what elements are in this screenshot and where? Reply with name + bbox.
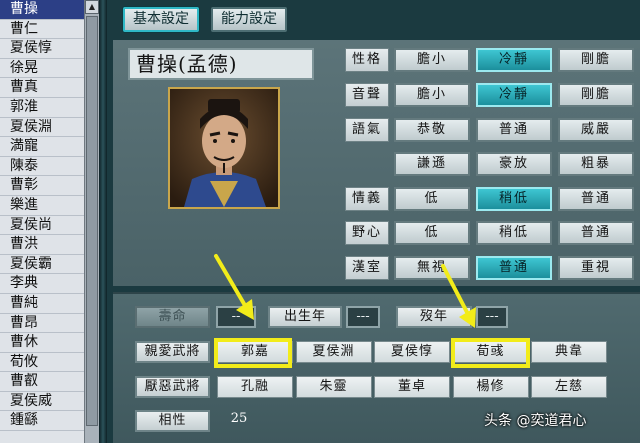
general-name-field[interactable]: 曹操(孟德) [128,48,314,80]
list-item[interactable]: 曹仁 [0,20,84,40]
list-item[interactable]: 郭淮 [0,98,84,118]
list-item[interactable]: 鍾繇 [0,411,84,432]
attribute-option-button[interactable]: 謙遜 [394,152,470,176]
general-name-chip[interactable]: 典韋 [531,341,607,363]
attribute-option-button[interactable]: 普通 [558,221,634,245]
attribute-label: 漢室 [345,256,389,280]
list-item[interactable]: 満寵 [0,137,84,157]
general-name-chip[interactable]: 董卓 [374,376,450,398]
attribute-option-button[interactable]: 粗暴 [558,152,634,176]
compatibility-button[interactable]: 相性 [135,410,210,432]
general-name-chip[interactable]: 楊修 [452,376,529,398]
attribute-option-button[interactable]: 稍低 [476,187,552,211]
attribute-option-button[interactable]: 冷靜 [476,83,552,107]
scroll-thumb[interactable] [86,16,98,426]
general-name-list: 曹操 曹仁 夏侯惇 徐晃 曹真 郭淮 夏侯淵 満寵 陳泰 曹彰 樂進 夏侯尚 曹洪 夏侯霸 李典 曹純 曹昂 曹休… [0,0,84,443]
attribute-option-button[interactable]: 普通 [476,256,552,280]
attribute-option-button[interactable]: 剛膽 [558,48,634,72]
list-item[interactable]: 曹彰 [0,176,84,196]
attribute-label: 音聲 [345,83,389,107]
list-item[interactable]: 夏侯淵 [0,118,84,138]
highlight-box-guojia [214,338,292,368]
list-item[interactable]: 夏侯霸 [0,255,84,275]
list-item[interactable]: 曹叡 [0,372,84,392]
attribute-option-button[interactable]: 恭敬 [394,118,470,142]
list-item[interactable]: 曹洪 [0,235,84,255]
tab-basic-settings[interactable]: 基本設定 [123,7,199,32]
general-name-chip[interactable]: 左慈 [531,376,607,398]
panel-divider [99,0,107,443]
list-scrollbar[interactable]: ▲ [84,0,99,443]
attribute-option-button[interactable]: 低 [394,187,470,211]
attribute-option-button[interactable]: 剛膽 [558,83,634,107]
list-item[interactable]: 樂進 [0,196,84,216]
general-name-chip[interactable]: 夏侯淵 [295,341,372,363]
attribute-option-button[interactable]: 稍低 [476,221,552,245]
list-item[interactable]: 陳泰 [0,157,84,177]
lifespan-button[interactable]: 壽命 [135,306,210,328]
attribute-label: 情義 [345,187,389,211]
list-item[interactable]: 夏侯惇 [0,39,84,59]
attribute-option-button[interactable]: 膽小 [394,83,470,107]
arrow-annotation-left [214,254,254,320]
attribute-label: 性格 [345,48,389,72]
general-name-chip[interactable]: 夏侯惇 [374,341,450,363]
arrow-annotation-right [441,264,476,328]
general-name-chip[interactable]: 朱靈 [295,376,372,398]
attribute-label: 語氣 [345,118,389,142]
attribute-option-button[interactable]: 普通 [558,187,634,211]
general-portrait [168,87,280,209]
liked-generals-button[interactable]: 親愛武將 [135,341,210,363]
list-item[interactable]: 曹昂 [0,314,84,334]
tab-ability-settings[interactable]: 能力設定 [211,7,287,32]
birth-year-label: 出生年 [268,306,342,328]
attribute-option-button[interactable]: 豪放 [476,152,552,176]
list-item[interactable]: 夏侯尚 [0,216,84,236]
birth-year-value: --- [346,306,380,328]
attribute-option-button[interactable]: 威嚴 [558,118,634,142]
attribute-option-button[interactable]: 冷靜 [476,48,552,72]
disliked-generals-button[interactable]: 厭惡武將 [135,376,210,398]
list-item[interactable]: 夏侯威 [0,392,84,412]
list-item[interactable]: 曹休 [0,333,84,353]
list-item[interactable]: 徐晃 [0,59,84,79]
attribute-option-button[interactable]: 膽小 [394,48,470,72]
list-item[interactable]: 曹操 [0,0,84,20]
attribute-option-button[interactable]: 低 [394,221,470,245]
list-item[interactable]: 李典 [0,274,84,294]
compatibility-value: 25 [230,411,248,426]
disliked-generals-row: 孔融 朱靈 董卓 楊修 左慈 [217,376,607,398]
highlight-box-xunyu [451,338,530,368]
list-item[interactable]: 曹純 [0,294,84,314]
attribute-option-button[interactable]: 普通 [476,118,552,142]
attribute-option-button[interactable]: 重視 [558,256,634,280]
list-item[interactable]: 荀攸 [0,353,84,373]
portrait-image [170,89,278,207]
list-item[interactable]: 曹真 [0,78,84,98]
scroll-up-icon[interactable]: ▲ [85,0,99,14]
watermark-text: 头条 @奕道君心 [484,413,587,429]
general-name-chip[interactable]: 孔融 [217,376,293,398]
attribute-label: 野心 [345,221,389,245]
